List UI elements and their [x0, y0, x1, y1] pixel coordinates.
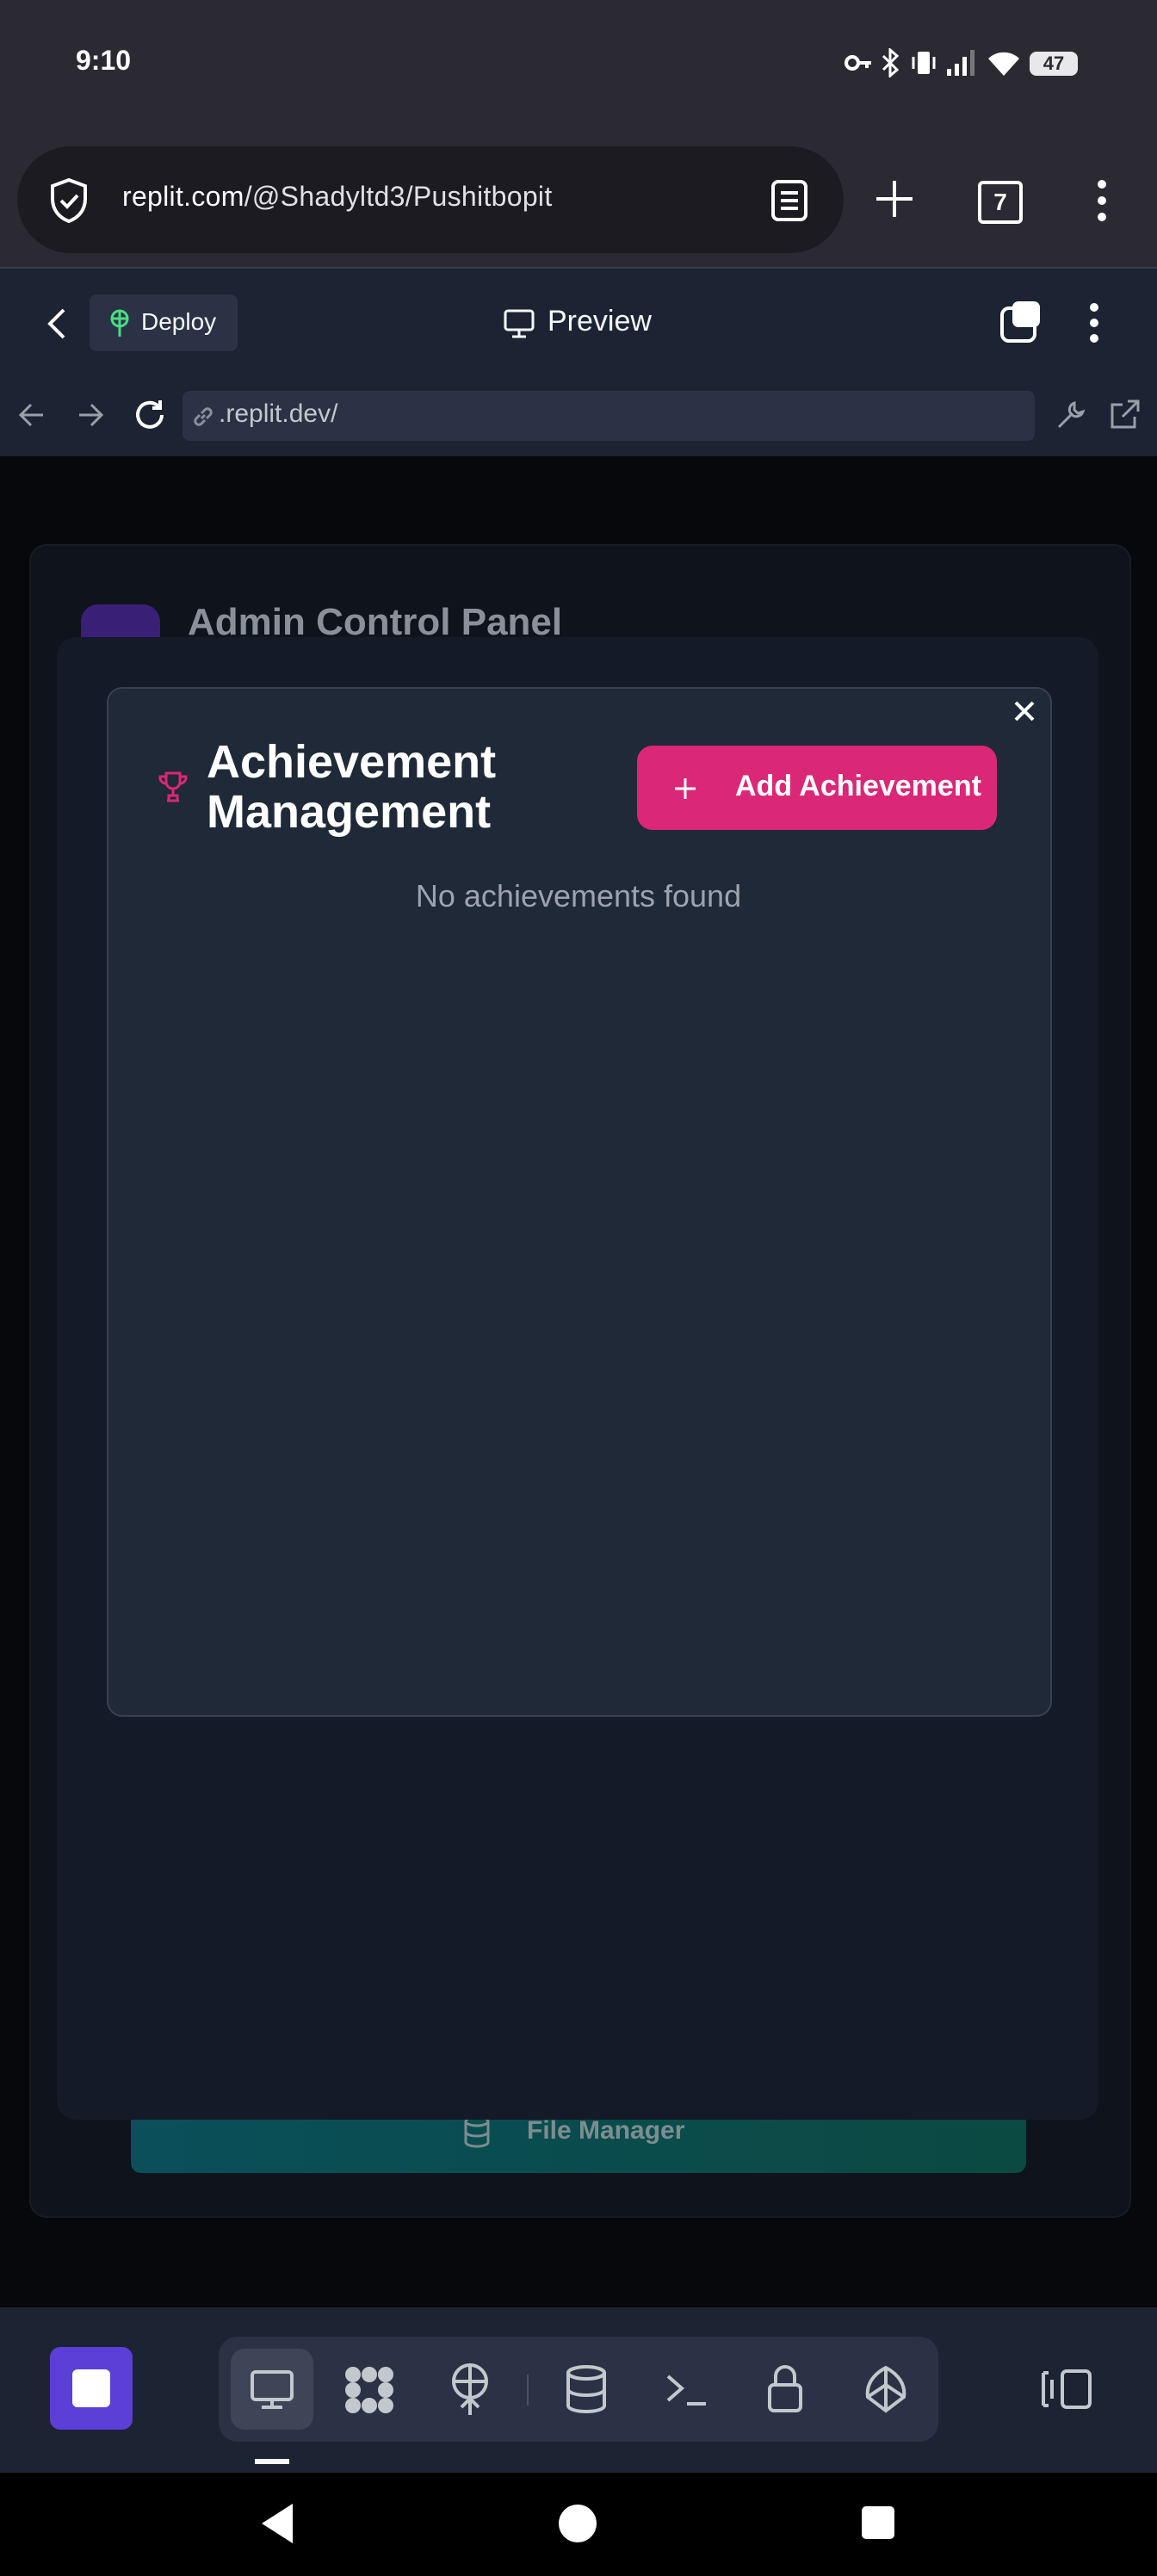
- modal-title: Achievement Management: [207, 736, 497, 838]
- nav-back-icon[interactable]: [258, 2502, 296, 2545]
- panel-toggle-icon[interactable]: [1040, 2368, 1093, 2411]
- plus-icon: [675, 778, 696, 799]
- reload-icon[interactable]: [133, 398, 167, 432]
- vibrate-icon: [912, 52, 936, 74]
- shell-icon[interactable]: [665, 2373, 708, 2407]
- wifi-icon: [988, 52, 1019, 76]
- overflow-menu-icon[interactable]: [1093, 177, 1111, 224]
- vpn-key-icon: [845, 55, 871, 71]
- reader-view-icon[interactable]: [770, 179, 809, 222]
- open-external-icon[interactable]: [1109, 398, 1142, 430]
- bluetooth-icon: [882, 48, 900, 77]
- devtools-wrench-icon[interactable]: [1055, 398, 1088, 430]
- achievement-modal: [107, 687, 1052, 1717]
- status-bar: [0, 0, 1157, 138]
- url-domain: replit.com: [122, 181, 244, 212]
- empty-state-message: No achievements found: [415, 878, 742, 913]
- stop-icon: [72, 2369, 110, 2407]
- webview-forward-icon[interactable]: [76, 401, 105, 429]
- file-manager-label: File Manager: [527, 2116, 685, 2145]
- header-menu-icon[interactable]: [1086, 301, 1102, 344]
- deploy-label: Deploy: [141, 308, 217, 335]
- monitor-icon: [504, 309, 535, 338]
- nav-home-icon[interactable]: [558, 2504, 597, 2543]
- url-path: /@Shadyltd3/Pushitbopit: [244, 181, 553, 212]
- add-achievement-label: Add Achievement: [735, 770, 981, 802]
- preview-title: Preview: [548, 305, 652, 337]
- battery-indicator: 47: [1030, 52, 1078, 76]
- tab-counter-button[interactable]: 7: [978, 181, 1023, 224]
- link-icon: [194, 407, 213, 426]
- url-text[interactable]: replit.com/@Shadyltd3/Pushitbopit: [122, 181, 553, 213]
- pane-switcher-icon[interactable]: [999, 300, 1043, 344]
- trophy-icon: [158, 771, 188, 802]
- nav-recents-icon[interactable]: [861, 2505, 895, 2540]
- back-chevron-icon[interactable]: [45, 307, 69, 341]
- active-tab-underline: [255, 2459, 289, 2464]
- dev-url-text: .replit.dev/: [219, 399, 338, 428]
- deploy-icon[interactable]: [448, 2362, 492, 2416]
- signal-icon: [947, 50, 974, 76]
- dock-divider: [527, 2375, 529, 2406]
- preview-icon[interactable]: [250, 2369, 294, 2411]
- database-icon[interactable]: [565, 2364, 608, 2414]
- apps-icon[interactable]: [343, 2364, 396, 2416]
- webview-back-icon[interactable]: [17, 401, 46, 429]
- secrets-icon[interactable]: [766, 2362, 804, 2414]
- deploy-icon: [110, 309, 129, 337]
- shield-check-icon[interactable]: [48, 177, 90, 224]
- status-time: 9:10: [76, 45, 132, 76]
- new-tab-icon[interactable]: [873, 177, 916, 220]
- database-icon: [464, 2115, 490, 2148]
- close-icon[interactable]: [1012, 699, 1036, 723]
- assistant-icon[interactable]: [861, 2364, 911, 2414]
